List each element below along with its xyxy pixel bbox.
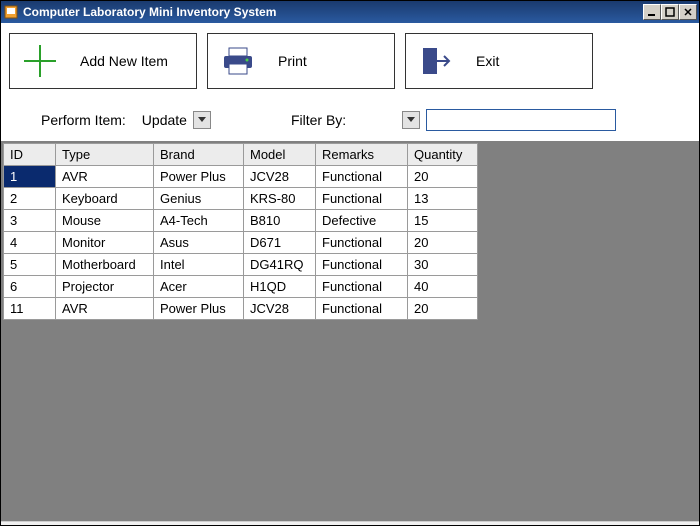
table-cell[interactable]: 40 — [408, 276, 478, 298]
data-grid-area: IDTypeBrandModelRemarksQuantity1AVRPower… — [1, 141, 699, 521]
table-cell[interactable]: Functional — [316, 298, 408, 320]
plus-icon — [20, 41, 60, 81]
table-cell[interactable]: Genius — [154, 188, 244, 210]
table-cell[interactable]: 3 — [4, 210, 56, 232]
table-cell[interactable]: Projector — [56, 276, 154, 298]
table-cell[interactable]: AVR — [56, 298, 154, 320]
add-new-item-label: Add New Item — [80, 53, 168, 69]
app-window: Computer Laboratory Mini Inventory Syste… — [0, 0, 700, 526]
table-cell[interactable]: DG41RQ — [244, 254, 316, 276]
minimize-button[interactable] — [643, 4, 661, 20]
exit-button[interactable]: Exit — [405, 33, 593, 89]
table-cell[interactable]: Monitor — [56, 232, 154, 254]
print-button[interactable]: Print — [207, 33, 395, 89]
table-cell[interactable]: 13 — [408, 188, 478, 210]
filter-group: Filter By: — [291, 109, 616, 131]
chevron-down-icon[interactable] — [402, 111, 420, 129]
table-cell[interactable]: Functional — [316, 166, 408, 188]
maximize-button[interactable] — [661, 4, 679, 20]
status-bar — [1, 521, 699, 525]
table-cell[interactable]: Keyboard — [56, 188, 154, 210]
window-title: Computer Laboratory Mini Inventory Syste… — [23, 5, 643, 19]
perform-item-dropdown[interactable]: Update — [136, 110, 211, 130]
print-label: Print — [278, 53, 307, 69]
table-cell[interactable]: JCV28 — [244, 166, 316, 188]
table-row[interactable]: 1AVRPower PlusJCV28Functional20 — [4, 166, 478, 188]
inventory-grid[interactable]: IDTypeBrandModelRemarksQuantity1AVRPower… — [3, 143, 478, 320]
table-cell[interactable]: Functional — [316, 254, 408, 276]
close-button[interactable] — [679, 4, 697, 20]
table-cell[interactable]: 11 — [4, 298, 56, 320]
filter-by-label: Filter By: — [291, 112, 346, 128]
column-header[interactable]: Remarks — [316, 144, 408, 166]
table-cell[interactable]: B810 — [244, 210, 316, 232]
table-row[interactable]: 5MotherboardIntelDG41RQFunctional30 — [4, 254, 478, 276]
table-row[interactable]: 4MonitorAsusD671Functional20 — [4, 232, 478, 254]
table-cell[interactable]: Mouse — [56, 210, 154, 232]
table-cell[interactable]: Asus — [154, 232, 244, 254]
column-header[interactable]: ID — [4, 144, 56, 166]
window-controls — [643, 4, 697, 20]
table-cell[interactable]: Acer — [154, 276, 244, 298]
title-bar: Computer Laboratory Mini Inventory Syste… — [1, 1, 699, 23]
table-cell[interactable]: Functional — [316, 232, 408, 254]
table-cell[interactable]: 20 — [408, 298, 478, 320]
table-cell[interactable]: 2 — [4, 188, 56, 210]
table-row[interactable]: 3MouseA4-TechB810Defective15 — [4, 210, 478, 232]
add-new-item-button[interactable]: Add New Item — [9, 33, 197, 89]
table-cell[interactable]: Power Plus — [154, 298, 244, 320]
column-header[interactable]: Brand — [154, 144, 244, 166]
table-cell[interactable]: 15 — [408, 210, 478, 232]
table-cell[interactable]: Motherboard — [56, 254, 154, 276]
table-cell[interactable]: 5 — [4, 254, 56, 276]
table-cell[interactable]: Intel — [154, 254, 244, 276]
table-cell[interactable]: Power Plus — [154, 166, 244, 188]
table-row[interactable]: 2KeyboardGeniusKRS-80Functional13 — [4, 188, 478, 210]
table-row[interactable]: 11AVRPower PlusJCV28Functional20 — [4, 298, 478, 320]
table-cell[interactable]: 4 — [4, 232, 56, 254]
chevron-down-icon[interactable] — [193, 111, 211, 129]
table-cell[interactable]: JCV28 — [244, 298, 316, 320]
printer-icon — [218, 41, 258, 81]
table-cell[interactable]: 1 — [4, 166, 56, 188]
exit-label: Exit — [476, 53, 499, 69]
table-cell[interactable]: Functional — [316, 188, 408, 210]
table-cell[interactable]: H1QD — [244, 276, 316, 298]
app-icon — [3, 4, 19, 20]
toolbar: Add New Item Print Exit — [1, 23, 699, 93]
filter-by-dropdown[interactable] — [352, 111, 420, 129]
table-cell[interactable]: 30 — [408, 254, 478, 276]
table-cell[interactable]: A4-Tech — [154, 210, 244, 232]
table-row[interactable]: 6ProjectorAcerH1QDFunctional40 — [4, 276, 478, 298]
controls-row: Perform Item: Update Filter By: — [1, 93, 699, 141]
column-header[interactable]: Model — [244, 144, 316, 166]
filter-by-value — [352, 118, 402, 122]
table-cell[interactable]: Functional — [316, 276, 408, 298]
perform-item-value: Update — [136, 110, 193, 130]
perform-item-label: Perform Item: — [41, 112, 126, 128]
table-cell[interactable]: KRS-80 — [244, 188, 316, 210]
exit-icon — [416, 41, 456, 81]
column-header[interactable]: Quantity — [408, 144, 478, 166]
column-header[interactable]: Type — [56, 144, 154, 166]
table-cell[interactable]: 20 — [408, 166, 478, 188]
filter-input[interactable] — [426, 109, 616, 131]
table-cell[interactable]: D671 — [244, 232, 316, 254]
table-cell[interactable]: AVR — [56, 166, 154, 188]
table-cell[interactable]: 20 — [408, 232, 478, 254]
table-cell[interactable]: Defective — [316, 210, 408, 232]
table-cell[interactable]: 6 — [4, 276, 56, 298]
